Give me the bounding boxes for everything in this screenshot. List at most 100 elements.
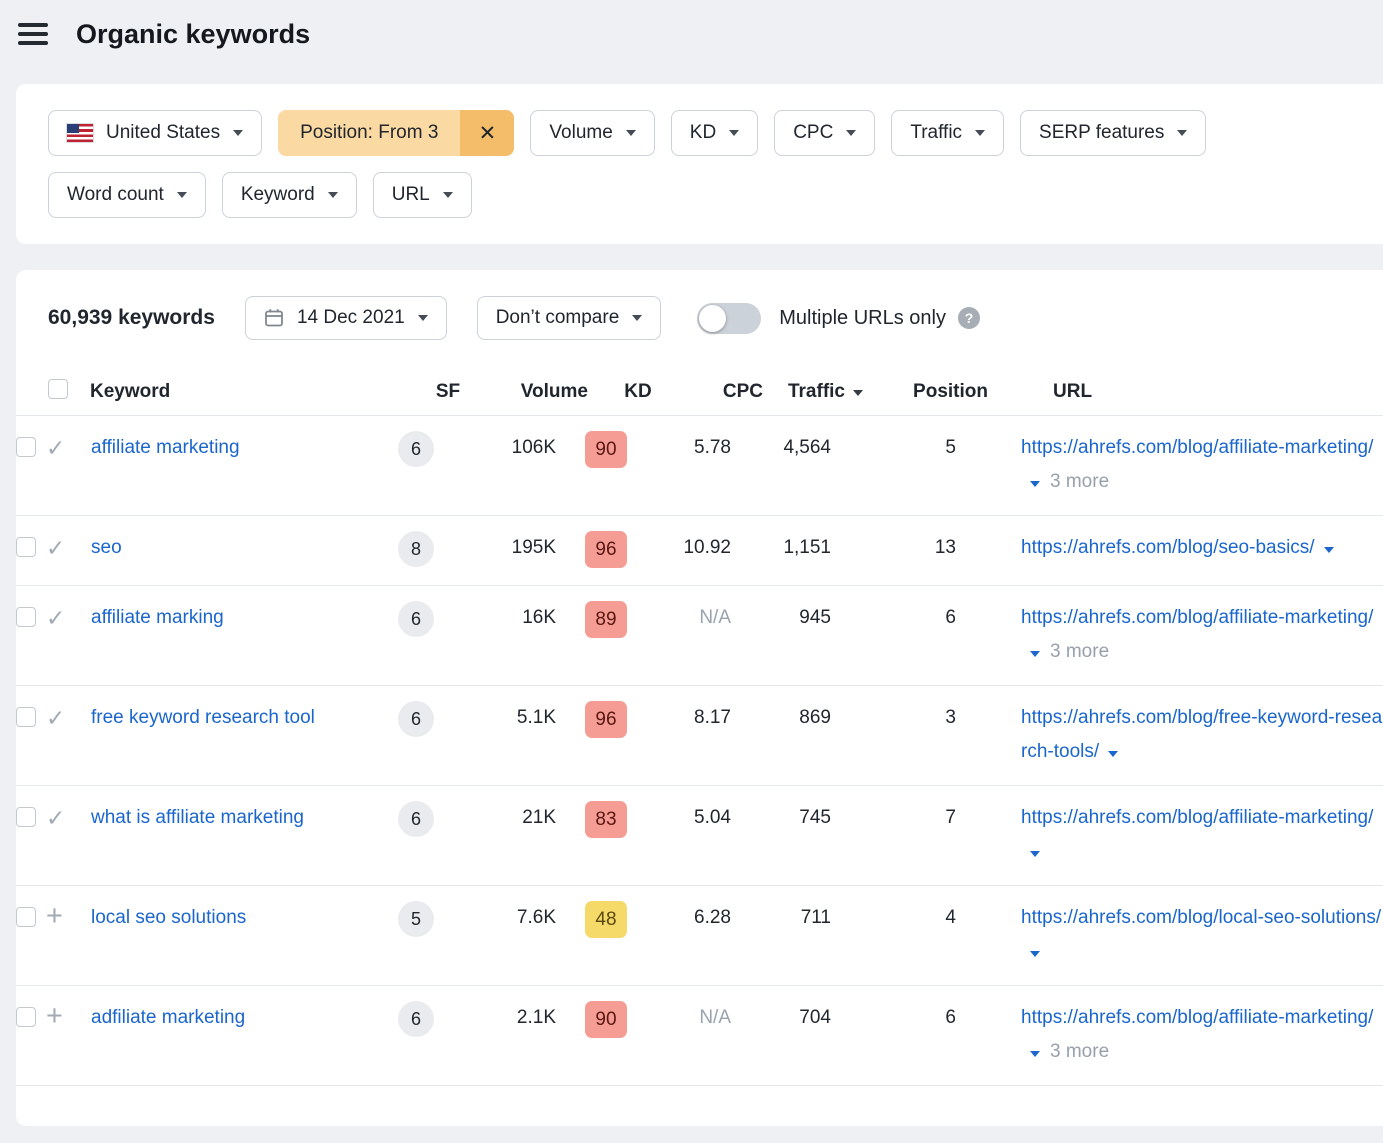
col-header-traffic[interactable]: Traffic [763, 381, 863, 403]
row-checkbox[interactable] [16, 607, 36, 627]
table-row: affiliate marketing 6 106K 90 5.78 4,564… [16, 416, 1383, 516]
help-icon[interactable] [958, 307, 980, 329]
row-checkbox[interactable] [16, 907, 36, 927]
volume-value: 21K [451, 801, 556, 835]
position-value: 6 [831, 1001, 956, 1035]
serp-features-count[interactable]: 6 [398, 801, 434, 837]
select-all-checkbox[interactable] [48, 379, 68, 399]
volume-filter[interactable]: Volume [530, 110, 654, 156]
row-checkbox[interactable] [16, 707, 36, 727]
keyword-link[interactable]: what is affiliate marketing [91, 807, 304, 828]
col-header-kd[interactable]: KD [588, 381, 688, 403]
traffic-filter[interactable]: Traffic [891, 110, 1004, 156]
volume-value: 106K [451, 431, 556, 465]
col-header-url[interactable]: URL [988, 381, 1383, 403]
url-dropdown-caret[interactable] [1030, 851, 1040, 857]
multiple-urls-toggle[interactable] [697, 303, 761, 334]
position-value: 13 [831, 531, 956, 565]
url-link[interactable]: https://ahrefs.com/blog/affiliate-market… [1021, 807, 1373, 828]
plus-icon[interactable] [46, 901, 63, 937]
chevron-down-icon [729, 130, 739, 136]
menu-icon[interactable] [18, 23, 48, 45]
url-dropdown-caret[interactable] [1030, 951, 1040, 957]
col-header-position[interactable]: Position [863, 381, 988, 403]
keyword-link[interactable]: free keyword research tool [91, 707, 315, 728]
kd-badge: 89 [585, 601, 627, 638]
country-filter[interactable]: United States [48, 110, 262, 156]
url-dropdown-caret[interactable] [1030, 1051, 1040, 1057]
col-header-cpc[interactable]: CPC [688, 381, 763, 403]
more-urls-label[interactable]: 3 more [1050, 1041, 1109, 1062]
row-checkbox[interactable] [16, 537, 36, 557]
table-row: what is affiliate marketing 6 21K 83 5.0… [16, 786, 1383, 886]
calendar-icon [264, 308, 284, 328]
cpc-filter[interactable]: CPC [774, 110, 875, 156]
keyword-filter[interactable]: Keyword [222, 172, 357, 218]
serp-features-count[interactable]: 6 [398, 1001, 434, 1037]
keyword-link[interactable]: seo [91, 537, 122, 558]
row-checkbox[interactable] [16, 437, 36, 457]
url-link[interactable]: https://ahrefs.com/blog/affiliate-market… [1021, 1007, 1373, 1028]
kd-badge: 48 [585, 901, 627, 938]
word-count-filter-label: Word count [67, 184, 164, 206]
url-link[interactable]: https://ahrefs.com/blog/affiliate-market… [1021, 437, 1373, 458]
url-dropdown-caret[interactable] [1324, 547, 1334, 553]
multiple-urls-label: Multiple URLs only [779, 307, 946, 330]
url-link[interactable]: https://ahrefs.com/blog/free-keyword-res… [1021, 707, 1382, 762]
row-checkbox[interactable] [16, 807, 36, 827]
plus-icon[interactable] [46, 1001, 63, 1037]
check-icon[interactable] [46, 801, 65, 838]
close-icon[interactable] [460, 110, 514, 156]
col-header-volume[interactable]: Volume [483, 381, 588, 403]
keyword-link[interactable]: affiliate marking [91, 607, 224, 628]
url-dropdown-caret[interactable] [1108, 751, 1118, 757]
serp-features-count[interactable]: 6 [398, 431, 434, 467]
word-count-filter[interactable]: Word count [48, 172, 206, 218]
keyword-link[interactable]: affiliate marketing [91, 437, 240, 458]
more-urls-label[interactable]: 3 more [1050, 641, 1109, 662]
results-panel: 60,939 keywords 14 Dec 2021 Don’t compar… [16, 270, 1383, 1126]
url-link[interactable]: https://ahrefs.com/blog/affiliate-market… [1021, 607, 1373, 628]
url-link[interactable]: https://ahrefs.com/blog/local-seo-soluti… [1021, 907, 1381, 928]
traffic-value: 945 [731, 601, 831, 635]
compare-dropdown[interactable]: Don’t compare [477, 296, 662, 340]
traffic-value: 704 [731, 1001, 831, 1035]
position-filter[interactable]: Position: From 3 [278, 110, 514, 156]
kd-filter[interactable]: KD [671, 110, 758, 156]
check-icon[interactable] [46, 601, 65, 638]
table-row: seo 8 195K 96 10.92 1,151 13 https://ahr… [16, 516, 1383, 586]
chevron-down-icon [177, 192, 187, 198]
volume-value: 7.6K [451, 901, 556, 935]
volume-value: 2.1K [451, 1001, 556, 1035]
check-icon[interactable] [46, 701, 65, 738]
position-value: 7 [831, 801, 956, 835]
keyword-link[interactable]: adfiliate marketing [91, 1007, 245, 1028]
check-icon[interactable] [46, 531, 65, 568]
serp-features-count[interactable]: 6 [398, 601, 434, 637]
row-checkbox[interactable] [16, 1007, 36, 1027]
serp-features-count[interactable]: 8 [398, 531, 434, 567]
col-header-keyword[interactable]: Keyword [78, 381, 413, 403]
keyword-filter-label: Keyword [241, 184, 315, 206]
date-picker[interactable]: 14 Dec 2021 [245, 296, 447, 340]
traffic-value: 1,151 [731, 531, 831, 565]
url-link[interactable]: https://ahrefs.com/blog/seo-basics/ [1021, 537, 1315, 558]
top-bar: Organic keywords [0, 0, 1383, 84]
more-urls-label[interactable]: 3 more [1050, 471, 1109, 492]
filter-row-1: United States Position: From 3 Volume KD… [48, 110, 1383, 156]
us-flag-icon [67, 124, 93, 142]
serp-features-count[interactable]: 5 [398, 901, 434, 937]
keyword-link[interactable]: local seo solutions [91, 907, 246, 928]
serp-features-count[interactable]: 6 [398, 701, 434, 737]
url-filter[interactable]: URL [373, 172, 472, 218]
cpc-value: 5.78 [656, 431, 731, 465]
volume-filter-label: Volume [549, 122, 612, 144]
url-dropdown-caret[interactable] [1030, 651, 1040, 657]
url-dropdown-caret[interactable] [1030, 481, 1040, 487]
serp-features-filter[interactable]: SERP features [1020, 110, 1206, 156]
col-header-sf[interactable]: SF [413, 381, 483, 403]
cpc-value: 6.28 [656, 901, 731, 935]
check-icon[interactable] [46, 431, 65, 468]
traffic-value: 4,564 [731, 431, 831, 465]
chevron-down-icon [632, 315, 642, 321]
